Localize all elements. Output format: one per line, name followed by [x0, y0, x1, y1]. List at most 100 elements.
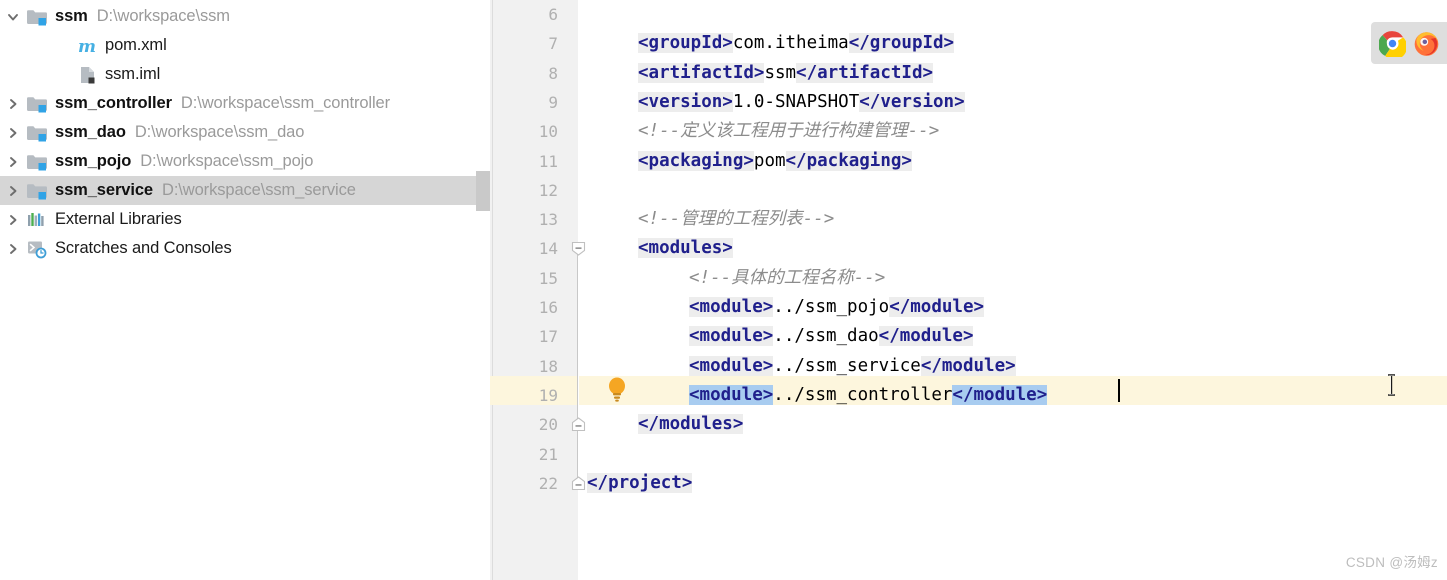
code-text[interactable]: <module>../ssm_controller</module>: [689, 381, 1048, 410]
line-number: 9: [548, 92, 558, 112]
tree-item-ssm-pojo[interactable]: ssm_pojo D:\workspace\ssm_pojo: [0, 147, 490, 176]
code-text[interactable]: </project>: [587, 469, 693, 498]
module-folder-icon: [26, 181, 48, 201]
tree-item-external-libraries[interactable]: External Libraries: [0, 205, 490, 234]
xml-tag: </version>: [859, 91, 965, 112]
intention-bulb-icon[interactable]: [607, 376, 627, 403]
code-line[interactable]: 10 <!--定义该工程用于进行构建管理-->: [490, 117, 1447, 146]
tree-item-label: ssm_controller: [55, 94, 172, 112]
tree-item-pom-xml[interactable]: m pom.xml: [0, 31, 490, 60]
mouse-ibeam-cursor: [1387, 374, 1396, 396]
code-line[interactable]: 14 <modules>: [490, 234, 1447, 263]
xml-text-value: ../ssm_pojo: [773, 297, 890, 317]
line-number: 6: [548, 5, 558, 24]
tree-item-label: ssm.iml: [105, 65, 161, 83]
tree-item-ssm-controller[interactable]: ssm_controller D:\workspace\ssm_controlle…: [0, 89, 490, 118]
module-folder-icon: [26, 7, 48, 27]
code-text[interactable]: <modules>: [638, 234, 733, 263]
chevron-right-icon[interactable]: [0, 118, 26, 147]
fold-toggle-icon[interactable]: [571, 417, 586, 432]
code-line[interactable]: 17 <module>../ssm_dao</module>: [490, 322, 1447, 351]
xml-text-value: ../ssm_service: [773, 355, 921, 376]
code-line[interactable]: 12: [490, 176, 1447, 205]
tree-item-path: D:\workspace\ssm_dao: [134, 123, 305, 141]
sidebar-scrollbar-thumb[interactable]: [476, 171, 490, 211]
code-line[interactable]: 6: [490, 0, 1447, 29]
code-line[interactable]: 13 <!--管理的工程列表-->: [490, 205, 1447, 234]
fold-toggle-icon[interactable]: [571, 476, 586, 491]
line-number: 22: [538, 473, 558, 493]
xml-tag: <packaging>: [638, 150, 754, 171]
tree-item-ssm-iml[interactable]: ssm.iml: [0, 60, 490, 89]
code-line[interactable]: 16 <module>../ssm_pojo</module>: [490, 293, 1447, 322]
code-line[interactable]: 20 </modules>: [490, 410, 1447, 439]
line-number: 14: [538, 239, 558, 259]
code-line[interactable]: 8 <artifactId>ssm</artifactId>: [490, 59, 1447, 88]
xml-comment: <!--定义该工程用于进行构建管理-->: [638, 121, 940, 142]
code-line[interactable]: 7 <groupId>com.itheima</groupId>: [490, 29, 1447, 58]
tree-item-label: Scratches and Consoles: [55, 239, 232, 257]
tree-item-label: ssm_pojo: [55, 152, 132, 170]
xml-tag: <module>: [689, 355, 774, 376]
tree-item-ssm[interactable]: ssm D:\workspace\ssm: [0, 2, 490, 31]
code-text[interactable]: <!--具体的工程名称-->: [689, 264, 885, 293]
xml-text-value: 1.0-SNAPSHOT: [732, 91, 860, 112]
tree-item-label: ssm_dao: [55, 123, 126, 141]
chevron-right-icon[interactable]: [0, 89, 26, 118]
xml-tag: </artifactId>: [796, 62, 934, 83]
code-line[interactable]: 21: [490, 440, 1447, 469]
browser-launch-panel[interactable]: [1371, 22, 1447, 64]
xml-tag: <version>: [638, 91, 733, 112]
code-text[interactable]: <module>../ssm_pojo</module>: [689, 293, 985, 322]
code-text[interactable]: <packaging>pom</packaging>: [638, 147, 912, 176]
code-line[interactable]: 18 <module>../ssm_service</module>: [490, 352, 1447, 381]
tree-item-ssm-service[interactable]: ssm_service D:\workspace\ssm_service: [0, 176, 490, 205]
firefox-icon[interactable]: [1413, 30, 1440, 57]
line-number: 16: [538, 298, 558, 317]
line-number: 11: [538, 151, 558, 171]
line-number: 21: [538, 444, 558, 464]
line-number: 8: [548, 63, 558, 83]
line-number: 20: [538, 415, 558, 435]
tree-item-scratches-and-consoles[interactable]: Scratches and Consoles: [0, 234, 490, 263]
code-text[interactable]: <module>../ssm_service</module>: [689, 352, 1016, 381]
csdn-watermark: CSDN @汤姆z: [1345, 555, 1438, 570]
chevron-right-icon[interactable]: [0, 147, 26, 176]
chevron-right-icon[interactable]: [0, 205, 26, 234]
line-number: 15: [538, 268, 558, 288]
line-number: 19: [538, 385, 558, 405]
scratches-consoles-icon: [26, 239, 48, 259]
code-text[interactable]: <groupId>com.itheima</groupId>: [638, 29, 955, 58]
chevron-right-icon[interactable]: [0, 176, 26, 205]
chrome-icon[interactable]: [1377, 30, 1407, 60]
code-line[interactable]: 22 </project>: [490, 469, 1447, 498]
chevron-right-icon[interactable]: [0, 234, 26, 263]
code-text[interactable]: <module>../ssm_dao</module>: [689, 322, 974, 351]
xml-comment: <!--管理的工程列表-->: [638, 209, 835, 230]
project-tool-window[interactable]: ssm D:\workspace\ssm m pom.xml ssm.iml ssm_co…: [0, 0, 490, 580]
line-number: 17: [538, 327, 558, 347]
chevron-down-icon[interactable]: [0, 2, 26, 31]
line-number: 12: [538, 180, 558, 200]
code-text[interactable]: </modules>: [638, 410, 744, 439]
tree-item-label: ssm_service: [55, 181, 153, 199]
code-text[interactable]: <!--定义该工程用于进行构建管理-->: [638, 117, 939, 146]
xml-tag: </module>: [952, 384, 1048, 405]
code-text[interactable]: <version>1.0-SNAPSHOT</version>: [638, 88, 965, 117]
line-number: 7: [548, 34, 558, 54]
tree-item-path: D:\workspace\ssm_pojo: [140, 152, 314, 170]
tree-item-label: ssm: [55, 7, 88, 25]
tree-item-path: D:\workspace\ssm_service: [162, 181, 356, 199]
tree-item-ssm-dao[interactable]: ssm_dao D:\workspace\ssm_dao: [0, 118, 490, 147]
code-text[interactable]: <artifactId>ssm</artifactId>: [638, 59, 934, 88]
code-editor[interactable]: 6 7 <groupId>com.itheima</groupId> 8 <artifa…: [490, 0, 1447, 580]
code-line[interactable]: 15 <!--具体的工程名称-->: [490, 264, 1447, 293]
code-line[interactable]: 9 <version>1.0-SNAPSHOT</version>: [490, 88, 1447, 117]
code-line[interactable]: 11 <packaging>pom</packaging>: [490, 147, 1447, 176]
xml-tag: <module>: [689, 384, 774, 405]
code-text[interactable]: <!--管理的工程列表-->: [638, 205, 834, 234]
fold-toggle-icon[interactable]: [571, 241, 586, 257]
code-line[interactable]: 19 <module>../ssm_controller</module>: [490, 381, 1447, 410]
